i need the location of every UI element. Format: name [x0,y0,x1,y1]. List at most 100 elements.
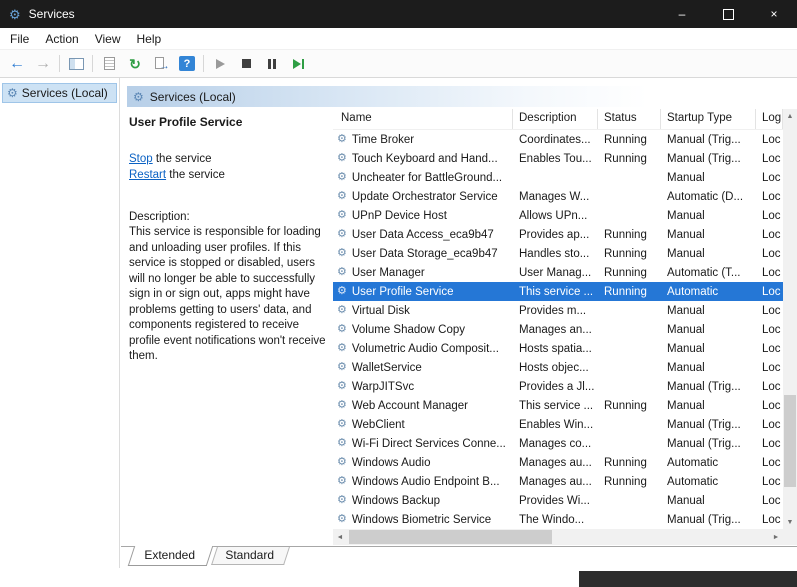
properties-button[interactable] [96,52,122,75]
service-gear-icon: ⚙ [337,152,347,164]
cell-log-on-as: Loc [762,285,781,298]
column-header-status[interactable]: Status [598,109,661,129]
menu-action[interactable]: Action [37,29,86,49]
cell-startup-type: Manual (Trig... [667,513,741,526]
scroll-down-icon[interactable]: ▼ [783,515,797,529]
table-row[interactable]: ⚙ WarpJITSvc Provides a Jl... Manual (Trig.… [333,377,783,396]
table-row[interactable]: ⚙ WebClient Enables Win... Manual (Trig... L… [333,415,783,434]
export-list-icon: → [154,57,170,72]
minimize-button[interactable]: – [659,0,705,28]
cell-name: ⚙ Volume Shadow Copy [333,320,513,339]
pause-service-button[interactable] [259,52,285,75]
table-row[interactable]: ⚙ Windows Audio Manages au... Running Automa… [333,453,783,472]
tree-item-services-local[interactable]: ⚙ Services (Local) [2,83,117,103]
start-service-button[interactable] [207,52,233,75]
horizontal-scrollbar[interactable]: ◄ ► [333,529,783,545]
view-tab-strip: Extended Standard [121,546,797,568]
table-row[interactable]: ⚙ User Data Storage_eca9b47 Handles sto...… [333,244,783,263]
export-list-button[interactable]: → [148,52,174,75]
service-action-links: Stop the service Restart the service [129,151,333,183]
menu-help[interactable]: Help [129,29,170,49]
forward-button[interactable]: → [30,52,56,75]
right-pane: ⚙ Services (Local) User Profile Service … [121,78,797,546]
vertical-scrollbar[interactable]: ▲ ▼ [783,109,797,529]
cell-log-on-as: Loc [762,266,781,279]
tab-standard[interactable]: Standard [210,547,290,565]
menu-view[interactable]: View [87,29,129,49]
banner-gear-icon: ⚙ [133,89,144,104]
table-row[interactable]: ⚙ Update Orchestrator Service Manages W...… [333,187,783,206]
service-name: Windows Biometric Service [351,513,492,526]
menu-file[interactable]: File [2,29,37,49]
cell-log-on-as: Loc [762,342,781,355]
back-button[interactable]: ← [4,52,30,75]
table-row[interactable]: ⚙ User Profile Service This service ... Run… [333,282,783,301]
scroll-up-icon[interactable]: ▲ [783,109,797,123]
table-row[interactable]: ⚙ Uncheater for BattleGround... Manual Loc [333,168,783,187]
cell-name: ⚙ Windows Biometric Service [333,510,513,529]
table-row[interactable]: ⚙ User Manager User Manag... Running Automat… [333,263,783,282]
service-name: Uncheater for BattleGround... [351,171,503,184]
table-row[interactable]: ⚙ Web Account Manager This service ... Runn… [333,396,783,415]
table-row[interactable]: ⚙ Wi-Fi Direct Services Conne... Manages c… [333,434,783,453]
column-header-startup-type[interactable]: Startup Type [661,109,756,129]
show-console-tree-button[interactable] [63,52,89,75]
table-row[interactable]: ⚙ Virtual Disk Provides m... Manual Loc [333,301,783,320]
cell-log-on-as: Loc [762,494,781,507]
horizontal-scrollbar-thumb[interactable] [349,530,552,544]
minimize-icon: – [678,7,686,21]
restart-service-link[interactable]: Restart [129,169,166,181]
cell-description: Hosts objec... [519,361,589,374]
service-name: Volume Shadow Copy [351,323,466,336]
scroll-right-icon[interactable]: ► [769,529,783,545]
help-button[interactable]: ? [174,52,200,75]
restart-service-button[interactable] [285,52,311,75]
scrollbar-corner [783,529,797,545]
column-header-description[interactable]: Description [513,109,598,129]
vertical-scrollbar-thumb[interactable] [784,394,796,487]
cell-description: User Manag... [519,266,592,279]
cell-name: ⚙ UPnP Device Host [333,206,513,225]
table-row[interactable]: ⚙ Volumetric Audio Composit... Hosts spati… [333,339,783,358]
service-name: WebClient [351,418,405,431]
cell-startup-type: Manual [667,228,705,241]
service-gear-icon: ⚙ [337,437,347,449]
help-icon: ? [179,56,195,71]
cell-log-on-as: Loc [762,152,781,165]
cell-startup-type: Manual [667,247,705,260]
cell-status: Running [604,456,647,469]
refresh-button[interactable]: ↻ [122,52,148,75]
cell-status [598,320,661,339]
table-row[interactable]: ⚙ Touch Keyboard and Hand... Enables Tou..… [333,149,783,168]
cell-startup-type: Manual [667,494,705,507]
cell-status [598,510,661,529]
table-row[interactable]: ⚙ Volume Shadow Copy Manages an... Manual Lo… [333,320,783,339]
desktop-background [579,571,797,587]
scroll-left-icon[interactable]: ◄ [333,529,347,545]
services-window: ⚙ Services – × File Action View Help ← →… [0,0,797,587]
table-row[interactable]: ⚙ Windows Backup Provides Wi... Manual Loc [333,491,783,510]
table-row[interactable]: ⚙ WalletService Hosts objec... Manual Loc [333,358,783,377]
cell-status [598,168,661,187]
console-tree-panel: ⚙ Services (Local) [0,78,120,568]
maximize-button[interactable] [705,0,751,28]
cell-name: ⚙ Update Orchestrator Service [333,187,513,206]
stop-service-link[interactable]: Stop [129,153,153,165]
service-gear-icon: ⚙ [337,342,347,354]
tab-extended[interactable]: Extended [127,546,213,566]
service-gear-icon: ⚙ [337,361,347,373]
stop-service-text: the service [152,153,212,165]
close-button[interactable]: × [751,0,797,28]
table-row[interactable]: ⚙ Time Broker Coordinates... Running Manual … [333,130,783,149]
cell-description: Manages au... [519,456,592,469]
column-header-name[interactable]: Name [333,109,513,129]
column-header-log-on-as[interactable]: Log On As [756,109,783,129]
table-row[interactable]: ⚙ Windows Biometric Service The Windo... Ma… [333,510,783,529]
cell-name: ⚙ Windows Backup [333,491,513,510]
services-banner: ⚙ Services (Local) [127,86,795,107]
table-row[interactable]: ⚙ Windows Audio Endpoint B... Manages au..… [333,472,783,491]
description-label: Description: [129,211,190,223]
stop-service-button[interactable] [233,52,259,75]
table-row[interactable]: ⚙ User Data Access_eca9b47 Provides ap... R… [333,225,783,244]
table-row[interactable]: ⚙ UPnP Device Host Allows UPn... Manual Loc [333,206,783,225]
